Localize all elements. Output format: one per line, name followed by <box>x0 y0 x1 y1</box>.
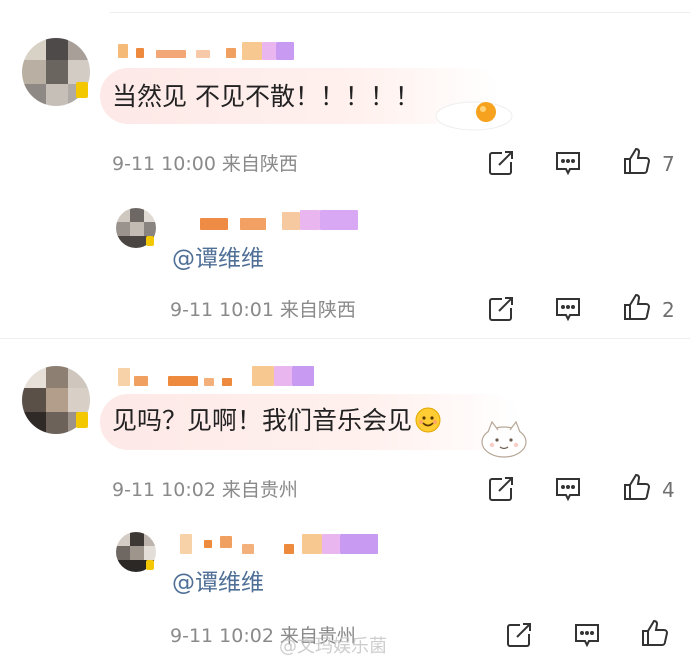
timestamp: 9-11 10:02 <box>170 625 274 647</box>
location: 来自陕西 <box>279 299 356 321</box>
reply-meta: 9-11 10:01 来自陕西 <box>170 298 356 322</box>
watermark: @文玛娱乐菌 <box>279 636 387 657</box>
username-obscured <box>180 534 380 556</box>
timestamp: 9-11 10:01 <box>170 299 274 321</box>
thumbs-up-icon[interactable] <box>622 146 652 176</box>
verified-badge <box>76 412 88 428</box>
share-icon[interactable] <box>486 148 516 178</box>
verified-badge <box>76 82 88 98</box>
smiling-face-emoji <box>414 406 442 443</box>
share-icon[interactable] <box>486 474 516 504</box>
comment-icon[interactable] <box>553 294 583 324</box>
comment-text-content: 见吗？见啊！我们音乐会见 <box>112 406 413 435</box>
comment-icon[interactable] <box>572 620 602 650</box>
fried-egg-emoji <box>434 96 514 136</box>
mention-link[interactable]: @谭维维 <box>172 244 264 274</box>
comment-divider <box>0 338 690 339</box>
like-count: 4 <box>662 478 675 502</box>
cat-stamp-emoji <box>476 416 532 462</box>
share-icon[interactable] <box>504 620 534 650</box>
comment-text: 当然见 不见不散！！！！！ <box>112 82 420 111</box>
thumbs-up-icon[interactable] <box>622 472 652 502</box>
timestamp: 9-11 10:00 <box>112 153 216 175</box>
comment-text: 见吗？见啊！我们音乐会见 <box>112 404 442 443</box>
share-icon[interactable] <box>486 294 516 324</box>
comment-meta: 9-11 10:00 来自陕西 <box>112 152 298 176</box>
mention-link[interactable]: @谭维维 <box>172 568 264 598</box>
timestamp: 9-11 10:02 <box>112 479 216 501</box>
username-obscured <box>118 40 298 62</box>
location: 来自陕西 <box>221 153 298 175</box>
comment-icon[interactable] <box>553 148 583 178</box>
comment-icon[interactable] <box>553 474 583 504</box>
like-count: 7 <box>662 152 675 176</box>
thumbs-up-icon[interactable] <box>640 618 670 648</box>
top-divider <box>110 12 690 13</box>
like-count: 2 <box>662 298 675 322</box>
username-obscured <box>118 366 318 388</box>
verified-badge <box>146 236 154 246</box>
thumbs-up-icon[interactable] <box>622 292 652 322</box>
comment-meta: 9-11 10:02 来自贵州 <box>112 478 298 502</box>
username-obscured <box>200 210 360 232</box>
location: 来自贵州 <box>221 479 298 501</box>
verified-badge <box>146 560 154 570</box>
